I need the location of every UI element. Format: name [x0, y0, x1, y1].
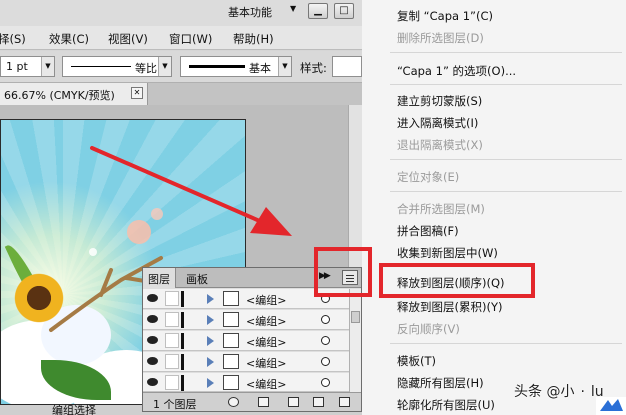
highlight-panel-menu-button: [314, 247, 372, 297]
highlight-release-to-layers: [379, 263, 535, 298]
watermark-main: 头条 @小: [514, 384, 575, 400]
watermark-dot: ·: [580, 384, 585, 400]
annotation-arrow: [90, 146, 292, 236]
corner-logo: [596, 397, 626, 415]
watermark-text: 头条 @小 · lu: [514, 381, 604, 401]
